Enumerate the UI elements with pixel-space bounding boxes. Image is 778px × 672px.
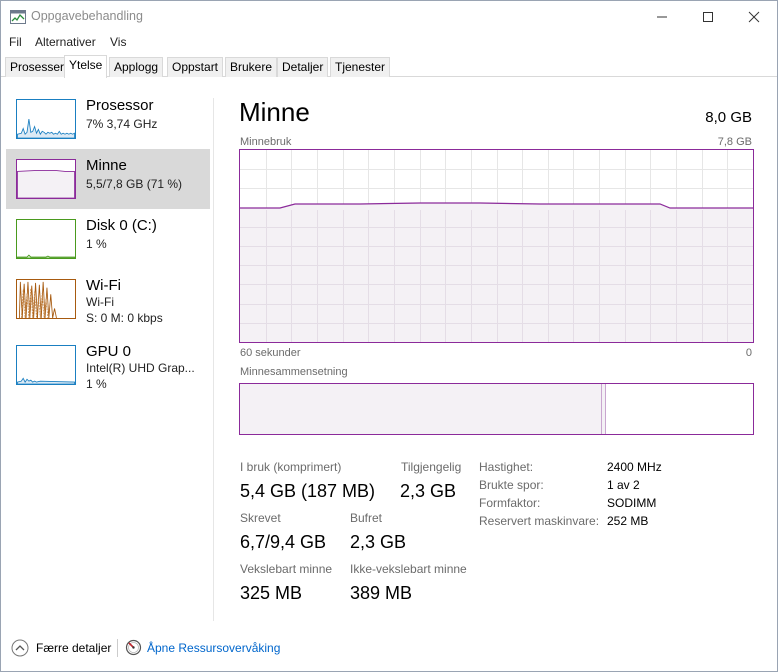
in-use-value: 5,4 GB (187 MB) [240, 481, 376, 501]
task-manager-icon [10, 10, 26, 24]
sidebar-title: Disk 0 (C:) [86, 217, 157, 234]
menu-bar: Fil Alternativer Vis [1, 32, 777, 52]
composition-label: Minnesammensetning [240, 366, 348, 378]
available-label: Tilgjengelig [401, 460, 462, 474]
form-factor-label: Formfaktor: [479, 496, 541, 510]
tab-processes[interactable]: Prosesser [5, 57, 70, 77]
processor-thumbnail-graph [16, 99, 76, 139]
footer-separator [117, 639, 118, 657]
nonpaged-pool-label: Ikke-vekslebart minne [350, 562, 467, 576]
committed-value: 6,7/9,4 GB [240, 532, 327, 552]
sidebar-item-disk[interactable]: Disk 0 (C:) 1 % [6, 209, 210, 269]
menu-view[interactable]: Vis [110, 35, 126, 49]
minimize-button[interactable] [639, 1, 685, 32]
menu-file[interactable]: Fil [9, 35, 22, 49]
maximize-button[interactable] [685, 1, 731, 32]
sidebar-item-memory[interactable]: Minne 5,5/7,8 GB (71 %) [6, 149, 210, 209]
time-axis-left: 60 sekunder [240, 347, 301, 359]
memory-usage-chart [240, 150, 753, 342]
speed-label: Hastighet: [479, 460, 534, 474]
sidebar-subtitle-2: S: 0 M: 0 kbps [86, 311, 163, 325]
tab-app-history[interactable]: Applogg [109, 57, 164, 77]
sidebar-subtitle: 7% 3,74 GHz [86, 117, 158, 131]
form-factor-value: SODIMM [607, 496, 657, 510]
disk-thumbnail-graph [16, 219, 76, 259]
total-memory: 8,0 GB [705, 109, 752, 126]
tab-details[interactable]: Detaljer [277, 57, 329, 77]
tab-startup[interactable]: Oppstart [167, 57, 224, 77]
tab-users[interactable]: Brukere [225, 57, 278, 77]
sidebar-subtitle: Intel(R) UHD Grap... [86, 361, 195, 375]
footer: Færre detaljer Åpne Ressursovervåking [1, 631, 777, 667]
title-bar: Oppgavebehandling [1, 1, 777, 32]
sidebar-subtitle: Wi-Fi [86, 295, 114, 309]
composition-in-use [240, 384, 602, 434]
tab-bar: Prosesser Ytelse Applogg Oppstart Bruker… [1, 55, 777, 78]
menu-options[interactable]: Alternativer [35, 35, 96, 49]
gpu-thumbnail-graph [16, 345, 76, 385]
close-button[interactable] [731, 1, 777, 32]
in-use-label: I bruk (komprimert) [240, 460, 342, 474]
reserved-label: Reservert maskinvare: [479, 514, 600, 528]
cached-value: 2,3 GB [350, 532, 407, 552]
sidebar-divider [213, 98, 214, 621]
window-title: Oppgavebehandling [31, 9, 143, 23]
open-resource-monitor-link[interactable]: Åpne Ressursovervåking [147, 641, 280, 655]
memory-composition-bar [239, 383, 754, 435]
reserved-value: 252 MB [607, 514, 649, 528]
paged-pool-label: Vekslebart minne [240, 562, 333, 576]
committed-label: Skrevet [240, 511, 281, 525]
cached-label: Bufret [350, 511, 383, 525]
memory-usage-graph [239, 149, 754, 343]
sidebar-item-wifi[interactable]: Wi-Fi Wi-Fi S: 0 M: 0 kbps [6, 269, 210, 329]
time-axis-right: 0 [745, 347, 752, 359]
tab-performance[interactable]: Ytelse [64, 55, 108, 78]
minimize-icon [657, 16, 667, 17]
slots-label: Brukte spor: [479, 478, 544, 492]
chevron-up-circle-icon[interactable] [11, 639, 29, 657]
sidebar-subtitle-2: 1 % [86, 377, 107, 391]
composition-modified [602, 384, 606, 434]
memory-thumbnail-graph [16, 159, 76, 199]
sidebar-title: Minne [86, 157, 127, 174]
maximize-icon [703, 11, 713, 22]
sidebar-item-processor[interactable]: Prosessor 7% 3,74 GHz [6, 89, 210, 149]
sidebar-title: GPU 0 [86, 343, 132, 360]
task-manager-window: Oppgavebehandling Fil Alternativer Vis P… [0, 0, 778, 672]
wifi-thumbnail-graph [16, 279, 76, 319]
speed-value: 2400 MHz [607, 460, 662, 474]
sidebar-title: Prosessor [86, 97, 154, 114]
fewer-details-button[interactable]: Færre detaljer [36, 641, 111, 655]
available-value: 2,3 GB [400, 481, 457, 501]
close-icon [748, 11, 760, 22]
performance-sidebar: Prosessor 7% 3,74 GHz Minne 5,5/7,8 GB (… [1, 78, 213, 621]
sidebar-subtitle: 5,5/7,8 GB (71 %) [86, 177, 183, 191]
tab-services[interactable]: Tjenester [330, 57, 391, 77]
sidebar-item-gpu[interactable]: GPU 0 Intel(R) UHD Grap... 1 % [6, 335, 210, 395]
sidebar-title: Wi-Fi [86, 277, 121, 294]
page-title: Minne [239, 97, 310, 127]
usage-graph-max: 7,8 GB [717, 136, 752, 148]
sidebar-subtitle: 1 % [86, 237, 107, 251]
usage-graph-label: Minnebruk [240, 136, 292, 148]
nonpaged-pool-value: 389 MB [350, 583, 413, 603]
paged-pool-value: 325 MB [240, 583, 303, 603]
resource-monitor-icon [125, 639, 142, 656]
slots-value: 1 av 2 [607, 478, 640, 492]
